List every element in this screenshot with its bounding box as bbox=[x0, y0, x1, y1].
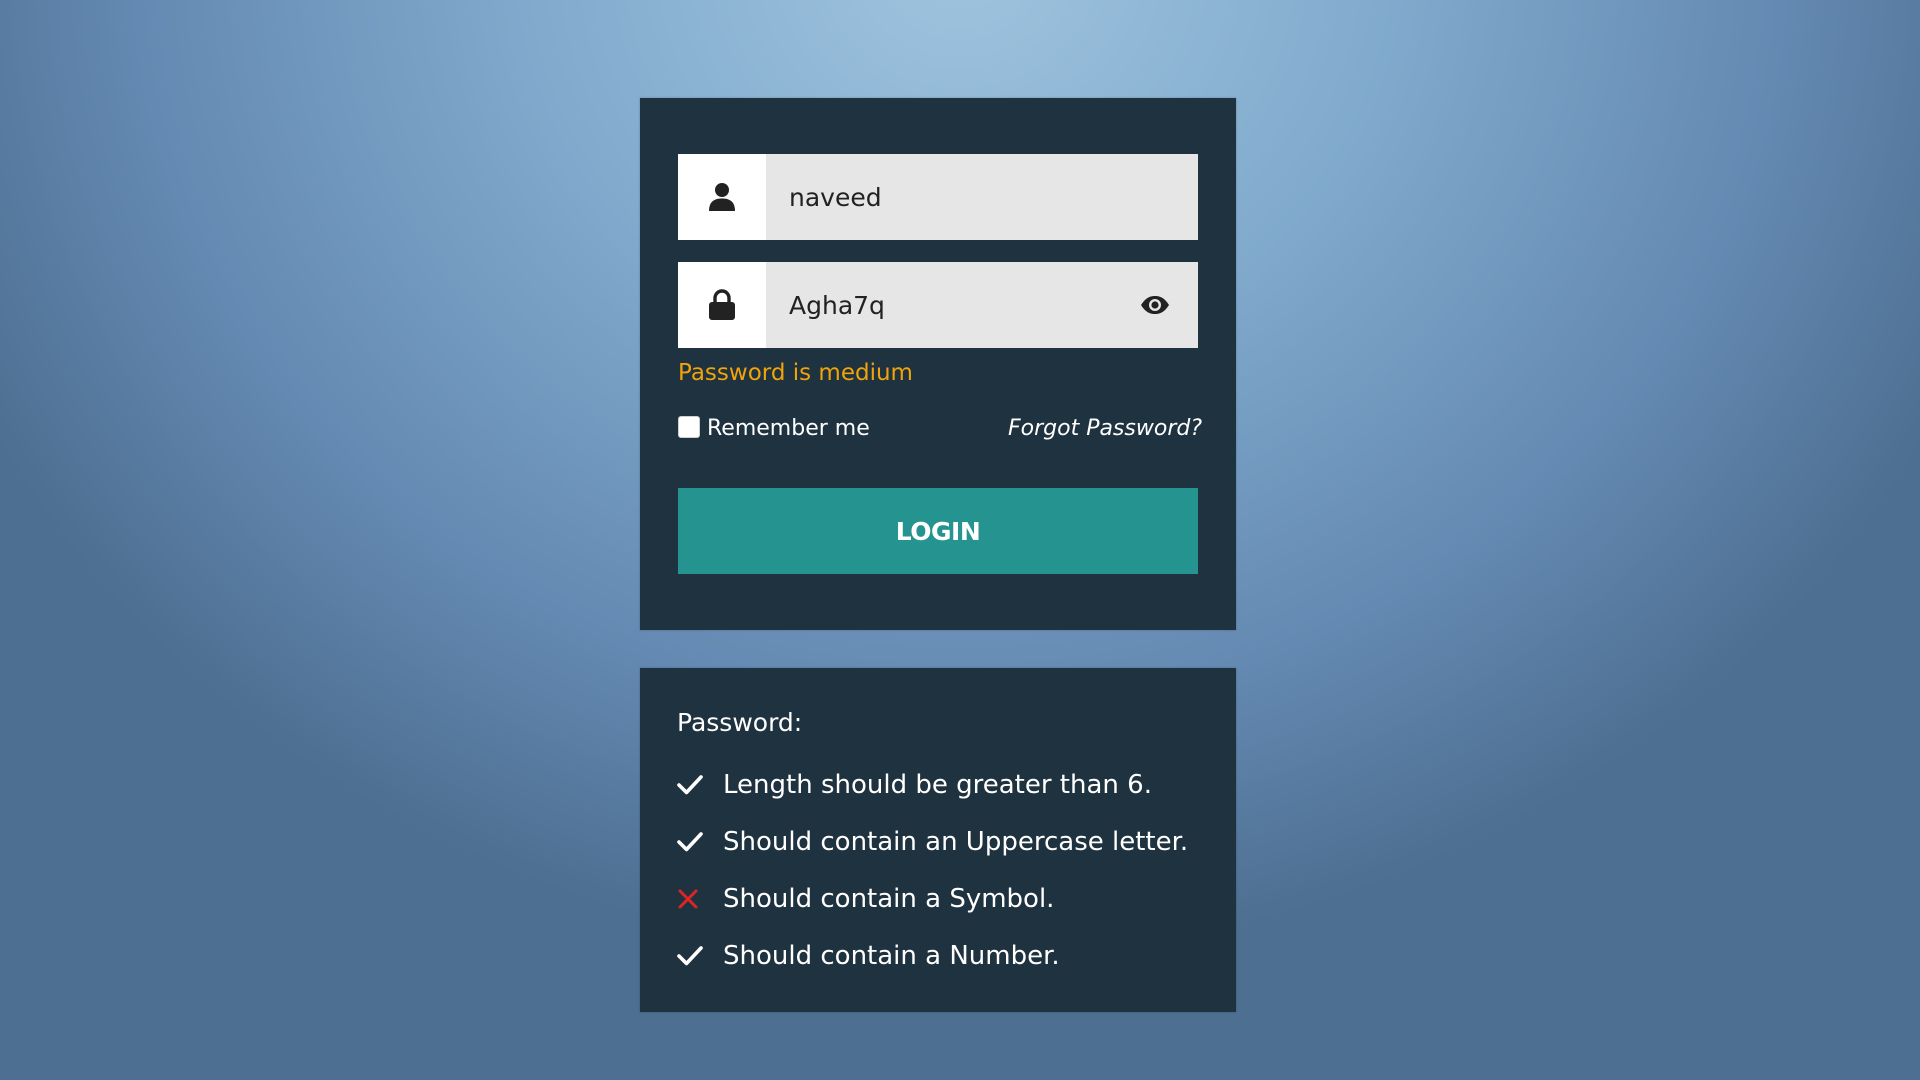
login-button[interactable]: LOGIN bbox=[678, 488, 1198, 574]
rule-text: Should contain a Number. bbox=[723, 940, 1060, 971]
options-row: Remember me Forgot Password? bbox=[678, 415, 1202, 441]
rule-item: Should contain an Uppercase letter. bbox=[677, 813, 1188, 870]
rule-text: Should contain an Uppercase letter. bbox=[723, 826, 1189, 857]
remember-me-label: Remember me bbox=[707, 416, 870, 441]
password-input[interactable] bbox=[766, 262, 1112, 348]
rules-list: Length should be greater than 6. Should … bbox=[677, 756, 1188, 984]
password-field bbox=[678, 262, 1198, 348]
eye-icon[interactable] bbox=[1112, 262, 1198, 348]
password-rules-card: Password: Length should be greater than … bbox=[640, 668, 1236, 1012]
login-card: Password is medium Remember me Forgot Pa… bbox=[640, 98, 1236, 630]
rule-text: Length should be greater than 6. bbox=[723, 769, 1152, 800]
check-icon bbox=[677, 945, 723, 967]
cross-icon bbox=[677, 888, 723, 910]
check-icon bbox=[677, 774, 723, 796]
rule-item: Length should be greater than 6. bbox=[677, 756, 1188, 813]
username-input[interactable] bbox=[766, 154, 1198, 240]
remember-me[interactable]: Remember me bbox=[678, 415, 870, 441]
forgot-password-link[interactable]: Forgot Password? bbox=[1008, 416, 1202, 441]
user-icon bbox=[678, 154, 766, 240]
lock-icon bbox=[678, 262, 766, 348]
rule-item: Should contain a Symbol. bbox=[677, 870, 1188, 927]
rule-text: Should contain a Symbol. bbox=[723, 883, 1055, 914]
rule-item: Should contain a Number. bbox=[677, 927, 1188, 984]
rules-title: Password: bbox=[677, 708, 803, 737]
password-strength-message: Password is medium bbox=[678, 360, 913, 386]
remember-me-checkbox[interactable] bbox=[678, 415, 700, 438]
username-field bbox=[678, 154, 1198, 240]
check-icon bbox=[677, 831, 723, 853]
